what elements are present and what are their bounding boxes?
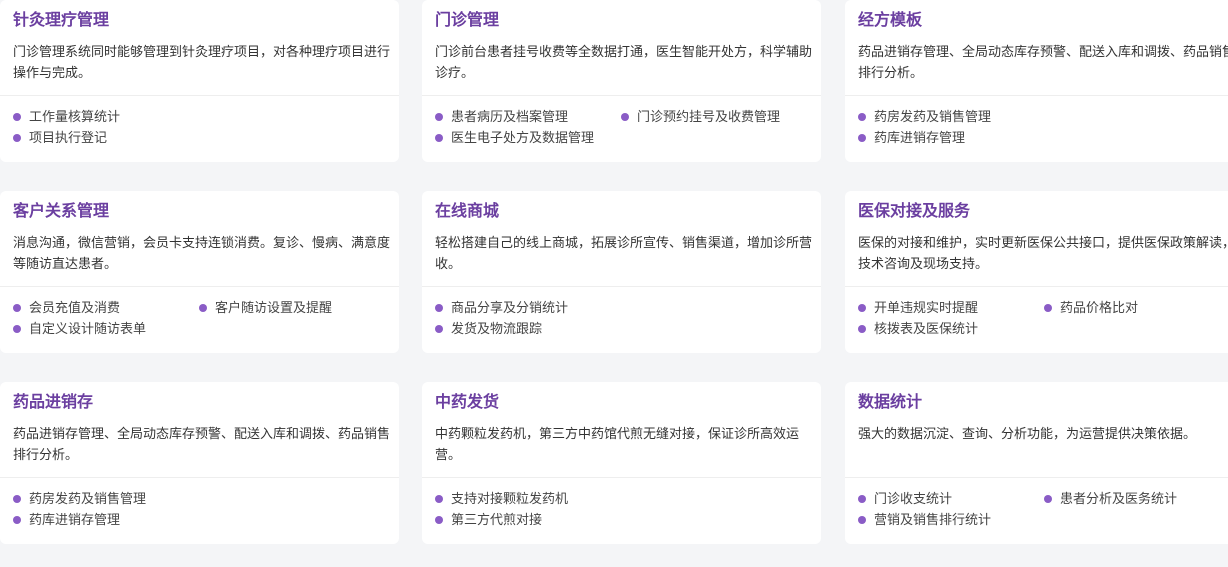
- card-description: 医保的对接和维护，实时更新医保公共接口，提供医保政策解读，技术咨询及现场支持。: [858, 236, 1228, 272]
- feature-item: 药房发药及销售管理: [858, 107, 1044, 128]
- feature-list: 支持对接颗粒发药机 第三方代煎对接: [435, 489, 815, 531]
- card-divider: [845, 286, 1228, 287]
- card-title: 中药发货: [435, 392, 500, 411]
- feature-item: 第三方代煎对接: [435, 510, 621, 531]
- feature-item: 项目执行登记: [13, 128, 199, 149]
- feature-list: 患者病历及档案管理 门诊预约挂号及收费管理 医生电子处方及数据管理: [435, 107, 815, 149]
- card-description: 轻松搭建自己的线上商城，拓展诊所宣传、销售渠道，增加诊所营收。: [435, 236, 813, 272]
- card-description: 强大的数据沉淀、查询、分析功能，为运营提供决策依据。: [858, 427, 1197, 442]
- feature-item: 商品分享及分销统计: [435, 298, 621, 319]
- feature-item: 营销及销售排行统计: [858, 510, 1044, 531]
- feature-item: 核拨表及医保统计: [858, 319, 1044, 340]
- card-title: 经方模板: [858, 10, 923, 29]
- feature-item: 药房发药及销售管理: [13, 489, 199, 510]
- card-description: 门诊前台患者挂号收费等全数据打通，医生智能开处方，科学辅助诊疗。: [435, 45, 813, 81]
- card-divider: [0, 477, 399, 478]
- feature-card-drug-inventory: 药品进销存 药品进销存管理、全局动态库存预警、配送入库和调拨、药品销售排行分析。…: [0, 382, 399, 544]
- feature-item: 药库进销存管理: [858, 128, 1044, 149]
- feature-card-crm: 客户关系管理 消息沟通，微信营销，会员卡支持连锁消费。复诊、慢病、满意度等随访直…: [0, 191, 399, 353]
- card-title: 药品进销存: [13, 392, 94, 411]
- feature-card-tcm-dispensing: 中药发货 中药颗粒发药机，第三方中药馆代煎无缝对接，保证诊所高效运营。 支持对接…: [422, 382, 821, 544]
- feature-list: 门诊收支统计 患者分析及医务统计 营销及销售排行统计: [858, 489, 1228, 531]
- feature-item: 客户随访设置及提醒: [199, 298, 385, 319]
- feature-card-prescription-template: 经方模板 药品进销存管理、全局动态库存预警、配送入库和调拨、药品销售排行分析。 …: [845, 0, 1228, 162]
- feature-card-outpatient: 门诊管理 门诊前台患者挂号收费等全数据打通，医生智能开处方，科学辅助诊疗。 患者…: [422, 0, 821, 162]
- card-description: 药品进销存管理、全局动态库存预警、配送入库和调拨、药品销售排行分析。: [858, 45, 1228, 81]
- feature-card-data-statistics: 数据统计 强大的数据沉淀、查询、分析功能，为运营提供决策依据。 门诊收支统计 患者…: [845, 382, 1228, 544]
- feature-item: 会员充值及消费: [13, 298, 199, 319]
- feature-item: 支持对接颗粒发药机: [435, 489, 621, 510]
- feature-item: 门诊收支统计: [858, 489, 1044, 510]
- feature-item: 开单违规实时提醒: [858, 298, 1044, 319]
- card-title: 在线商城: [435, 201, 500, 220]
- card-title: 门诊管理: [435, 10, 500, 29]
- feature-item: 自定义设计随访表单: [13, 319, 199, 340]
- feature-item: 医生电子处方及数据管理: [435, 128, 621, 149]
- card-description: 药品进销存管理、全局动态库存预警、配送入库和调拨、药品销售排行分析。: [13, 427, 391, 463]
- card-divider: [422, 286, 821, 287]
- card-divider: [845, 477, 1228, 478]
- card-title: 数据统计: [858, 392, 923, 411]
- feature-item: 门诊预约挂号及收费管理: [621, 107, 807, 128]
- feature-item: 患者病历及档案管理: [435, 107, 621, 128]
- card-divider: [0, 286, 399, 287]
- card-divider: [0, 95, 399, 96]
- feature-item: 工作量核算统计: [13, 107, 199, 128]
- feature-item: 药品价格比对: [1044, 298, 1228, 319]
- feature-list: 商品分享及分销统计 发货及物流跟踪: [435, 298, 815, 340]
- card-title: 客户关系管理: [13, 201, 110, 220]
- feature-card-medical-insurance: 医保对接及服务 医保的对接和维护，实时更新医保公共接口，提供医保政策解读，技术咨…: [845, 191, 1228, 353]
- card-divider: [422, 95, 821, 96]
- feature-item: 药库进销存管理: [13, 510, 199, 531]
- card-description: 消息沟通，微信营销，会员卡支持连锁消费。复诊、慢病、满意度等随访直达患者。: [13, 236, 391, 272]
- feature-item: 患者分析及医务统计: [1044, 489, 1228, 510]
- feature-list: 药房发药及销售管理 药库进销存管理: [13, 489, 393, 531]
- card-title: 针灸理疗管理: [13, 10, 110, 29]
- feature-list: 药房发药及销售管理 药库进销存管理: [858, 107, 1228, 149]
- card-divider: [422, 477, 821, 478]
- feature-list: 开单违规实时提醒 药品价格比对 核拨表及医保统计: [858, 298, 1228, 340]
- card-description: 门诊管理系统同时能够管理到针灸理疗项目，对各种理疗项目进行操作与完成。: [13, 45, 391, 81]
- card-description: 中药颗粒发药机，第三方中药馆代煎无缝对接，保证诊所高效运营。: [435, 427, 800, 463]
- feature-list: 会员充值及消费 客户随访设置及提醒 自定义设计随访表单: [13, 298, 393, 340]
- feature-card-acupuncture: 针灸理疗管理 门诊管理系统同时能够管理到针灸理疗项目，对各种理疗项目进行操作与完…: [0, 0, 399, 162]
- card-divider: [845, 95, 1228, 96]
- feature-card-online-mall: 在线商城 轻松搭建自己的线上商城，拓展诊所宣传、销售渠道，增加诊所营收。 商品分…: [422, 191, 821, 353]
- feature-list: 工作量核算统计 项目执行登记: [13, 107, 393, 149]
- feature-item: 发货及物流跟踪: [435, 319, 621, 340]
- card-title: 医保对接及服务: [858, 201, 971, 220]
